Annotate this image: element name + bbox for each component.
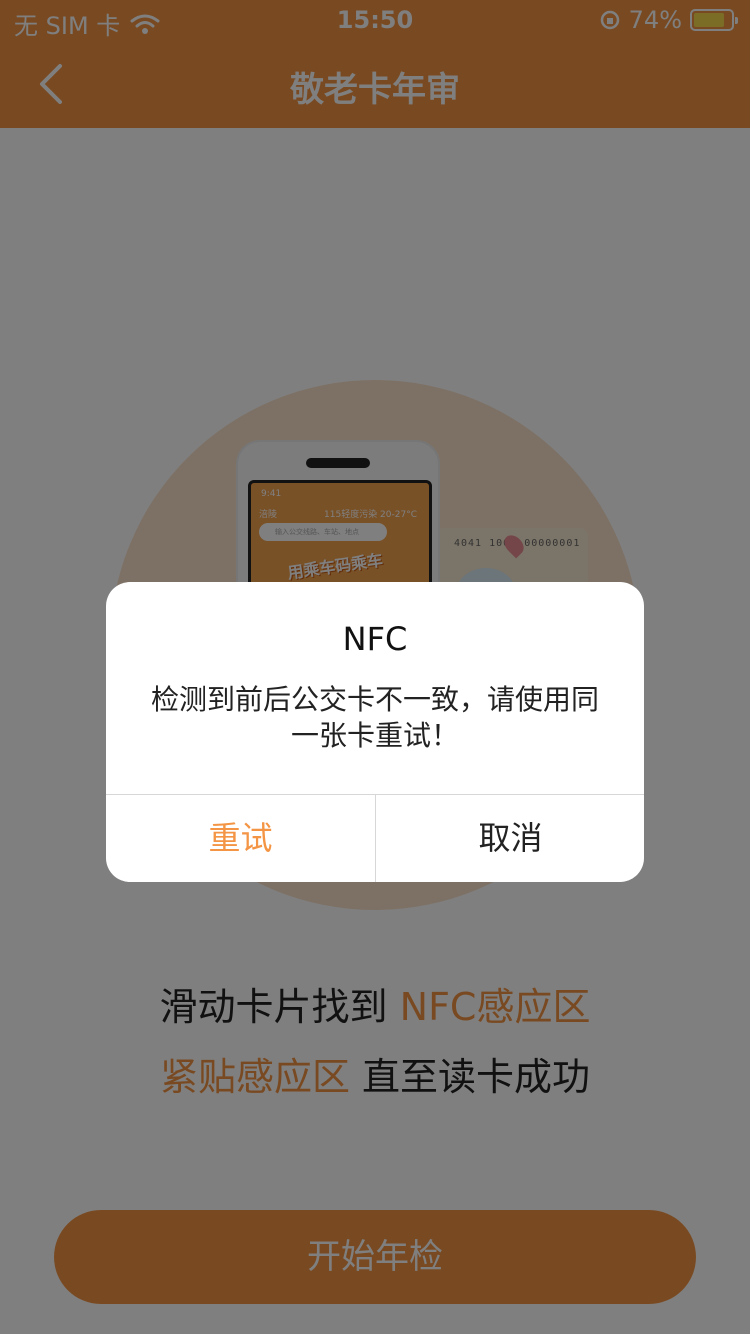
nfc-alert-dialog: NFC 检测到前后公交卡不一致，请使用同一张卡重试！ 重试 取消 <box>106 582 644 882</box>
cancel-button[interactable]: 取消 <box>376 795 644 882</box>
retry-button[interactable]: 重试 <box>106 795 375 882</box>
dialog-title: NFC <box>342 620 408 658</box>
dialog-message: 检测到前后公交卡不一致，请使用同一张卡重试！ <box>150 683 599 752</box>
